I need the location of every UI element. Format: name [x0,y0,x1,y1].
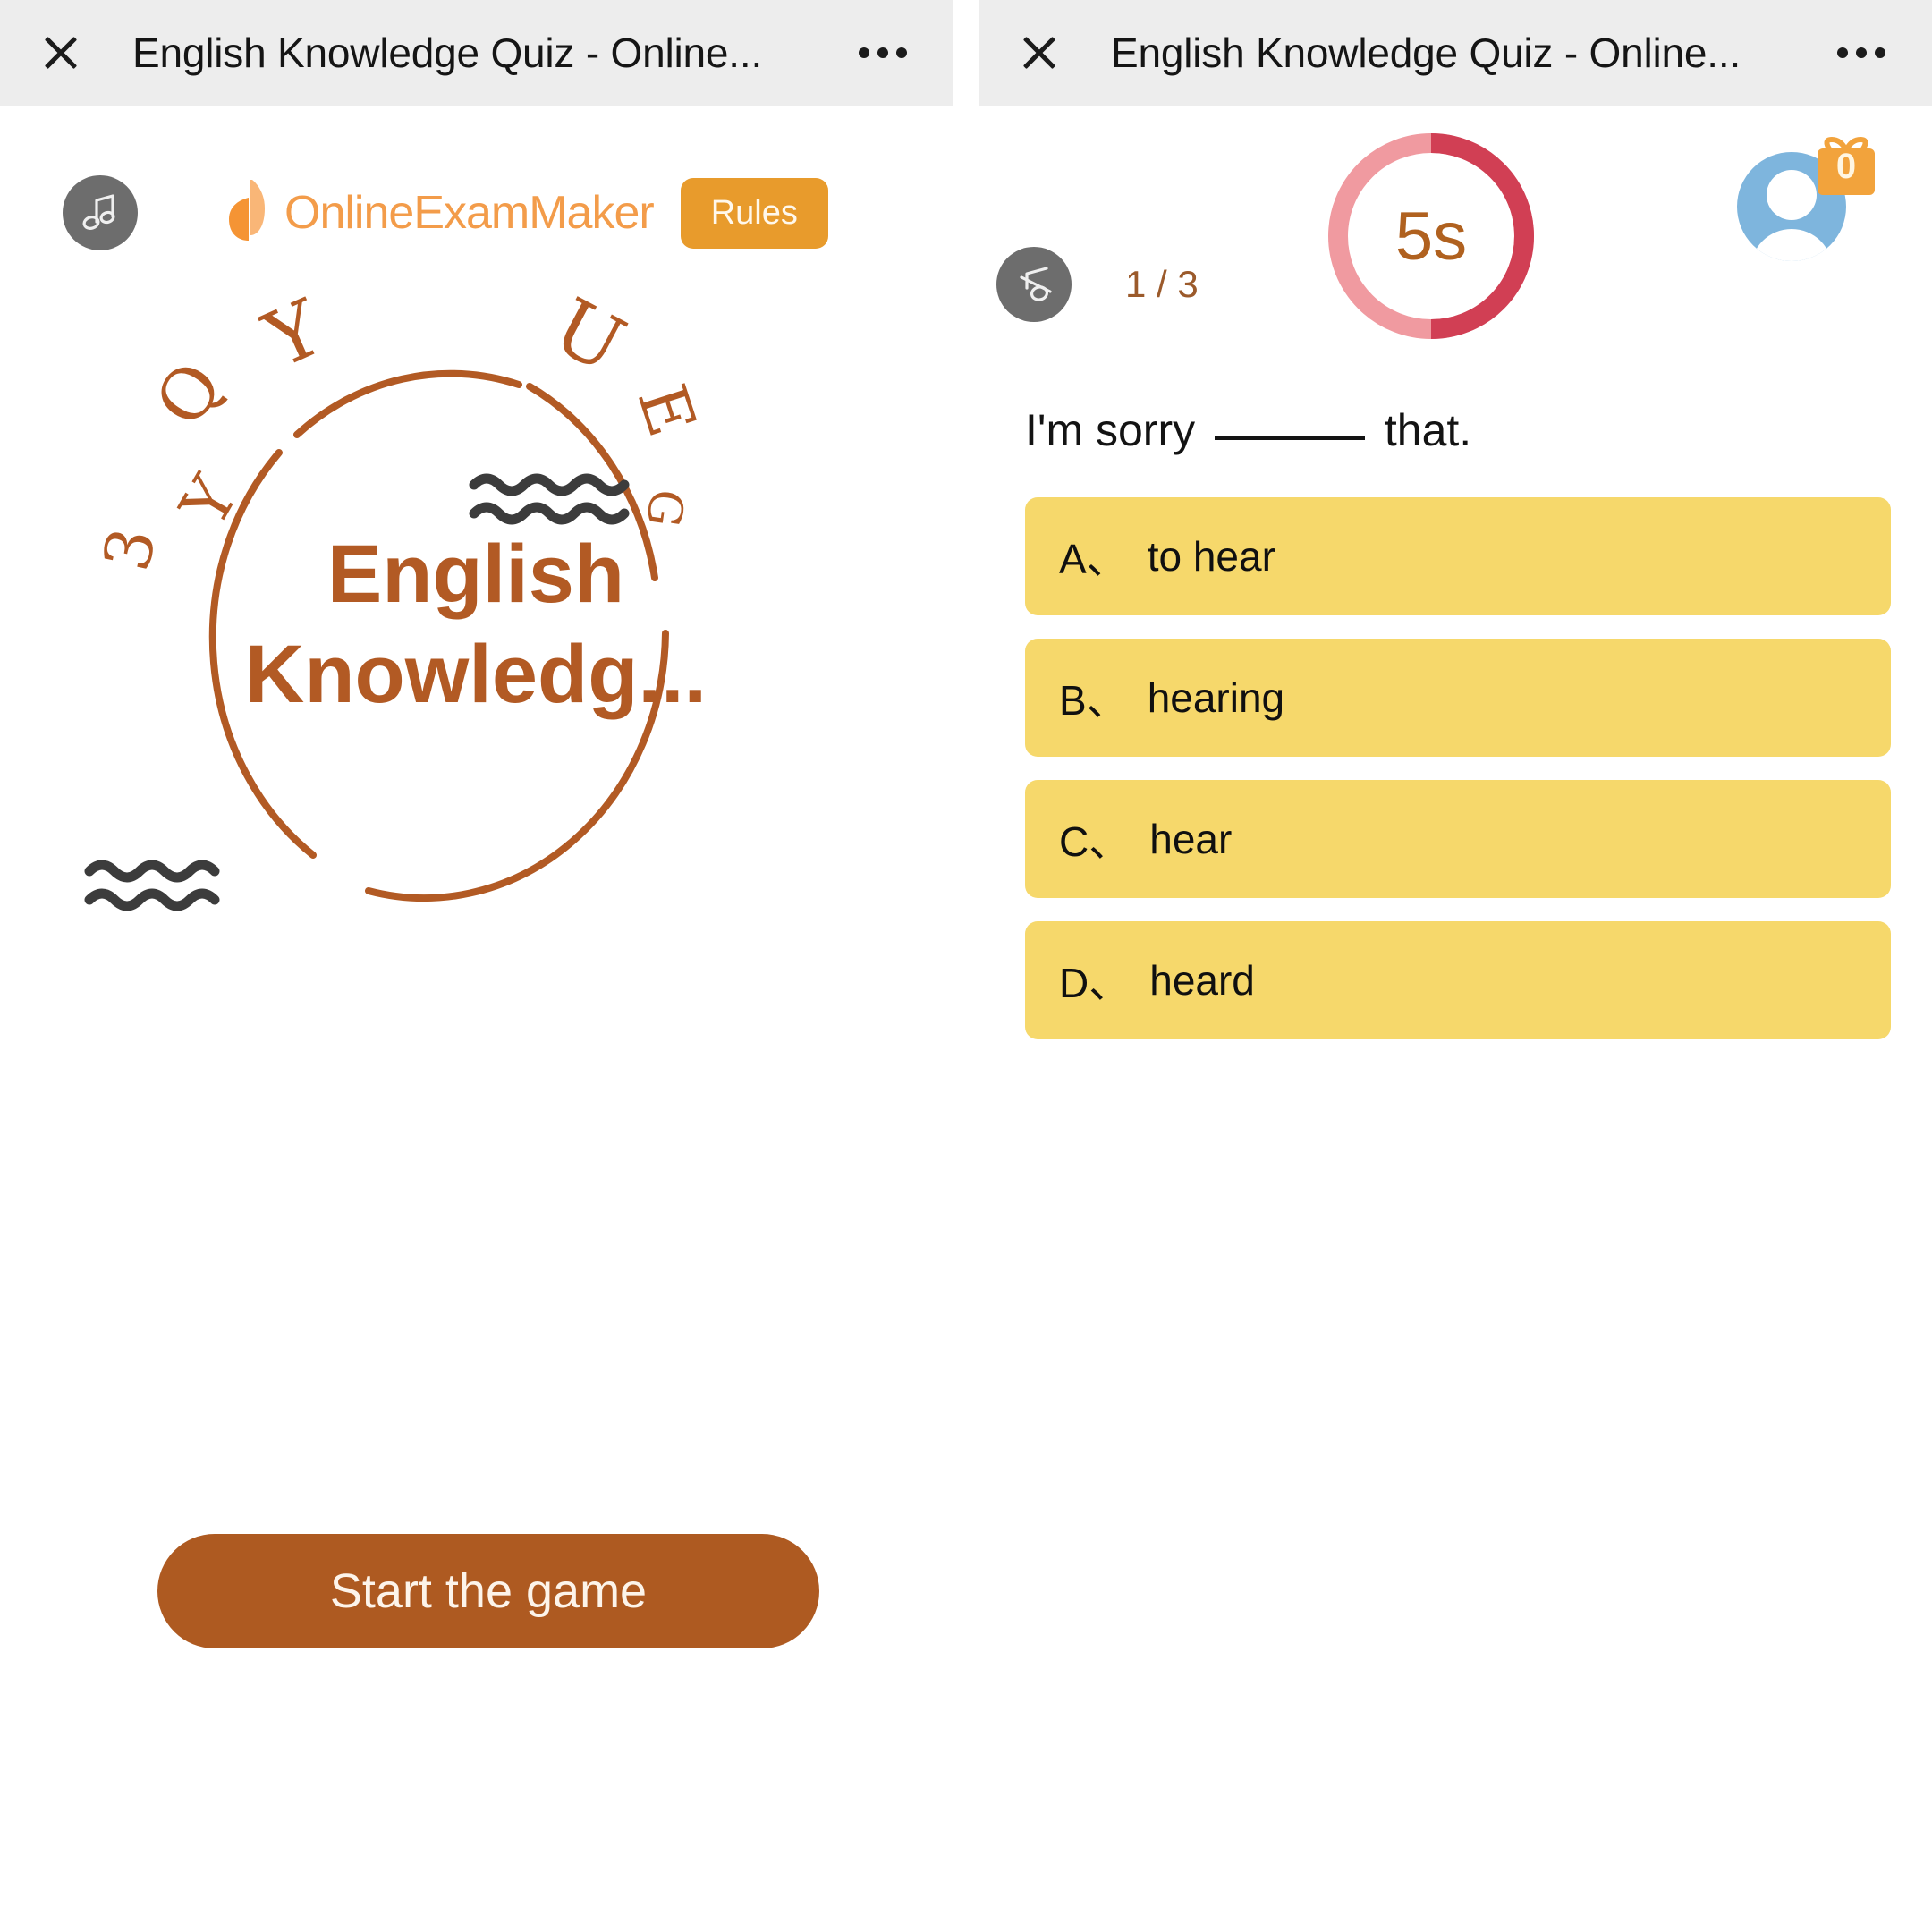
right-panel-question-screen: English Knowledge Quiz - Online... 1 / 3 [979,0,1932,1932]
brand-name: OnlineExamMaker [284,187,655,239]
user-area: 0 [1737,136,1880,261]
music-note-icon[interactable] [63,175,138,250]
countdown-timer: 5s [1320,125,1542,347]
quiz-cover-artwork: English Knowledg... YQY3UEG [29,282,923,998]
left-panel-start-screen: English Knowledge Quiz - Online... Onlin… [0,0,953,1932]
answer-option-key: B、 [1059,677,1128,724]
wave-decoration-bottom-left [84,860,220,911]
answer-option-b[interactable]: B、 hearing [1025,639,1891,757]
gift-box-icon[interactable]: 0 [1812,136,1880,200]
left-page-title: English Knowledge Quiz - Online... [132,30,763,76]
question-progress-counter: 1 / 3 [1125,263,1199,305]
answer-option-key: D、 [1059,960,1131,1006]
answer-option-d[interactable]: D、 heard [1025,921,1891,1039]
more-options-icon[interactable] [1821,47,1902,58]
gift-count: 0 [1835,147,1857,186]
answer-option-text: hear [1149,816,1233,862]
answer-option-text: heard [1149,957,1255,1004]
quiz-header-row: 1 / 3 5s 0 [979,106,1932,339]
right-page-title: English Knowledge Quiz - Online... [1111,30,1741,76]
answer-option-c[interactable]: C、 hear [1025,780,1891,898]
left-header-row: OnlineExamMaker Rules [0,106,953,250]
avatar-body [1750,229,1833,261]
timer-value: 5s [1394,198,1468,275]
start-the-game-button[interactable]: Start the game [157,1534,819,1648]
floating-letter: G [635,486,694,530]
answer-option-key: A、 [1059,536,1128,582]
wave-decoration-top-right [469,473,630,525]
dual-panel-screenshot: English Knowledge Quiz - Online... Onlin… [0,0,1932,1932]
question-prefix: I'm sorry [1025,405,1196,455]
answer-option-text: to hear [1147,533,1275,580]
answer-option-text: hearing [1147,674,1285,721]
question-suffix: that. [1384,405,1472,455]
right-titlebar: English Knowledge Quiz - Online... [979,0,1932,106]
question-blank [1215,436,1365,440]
question-text: I'm sorry that. [1025,404,1932,456]
avatar-head [1767,170,1817,220]
answer-options-list: A、 to hear B、 hearing C、 hear D、 heard [1025,497,1932,1039]
rules-button[interactable]: Rules [680,177,828,249]
close-icon[interactable] [36,28,86,78]
answer-option-a[interactable]: A、 to hear [1025,497,1891,615]
music-note-muted-icon[interactable] [996,247,1072,322]
answer-option-key: C、 [1059,818,1131,865]
close-icon[interactable] [1014,28,1064,78]
left-titlebar: English Knowledge Quiz - Online... [0,0,953,106]
more-options-icon[interactable] [843,47,923,58]
brand-logo: OnlineExamMaker [222,178,655,248]
onlineexammaker-leaf-logo-icon [222,178,274,248]
